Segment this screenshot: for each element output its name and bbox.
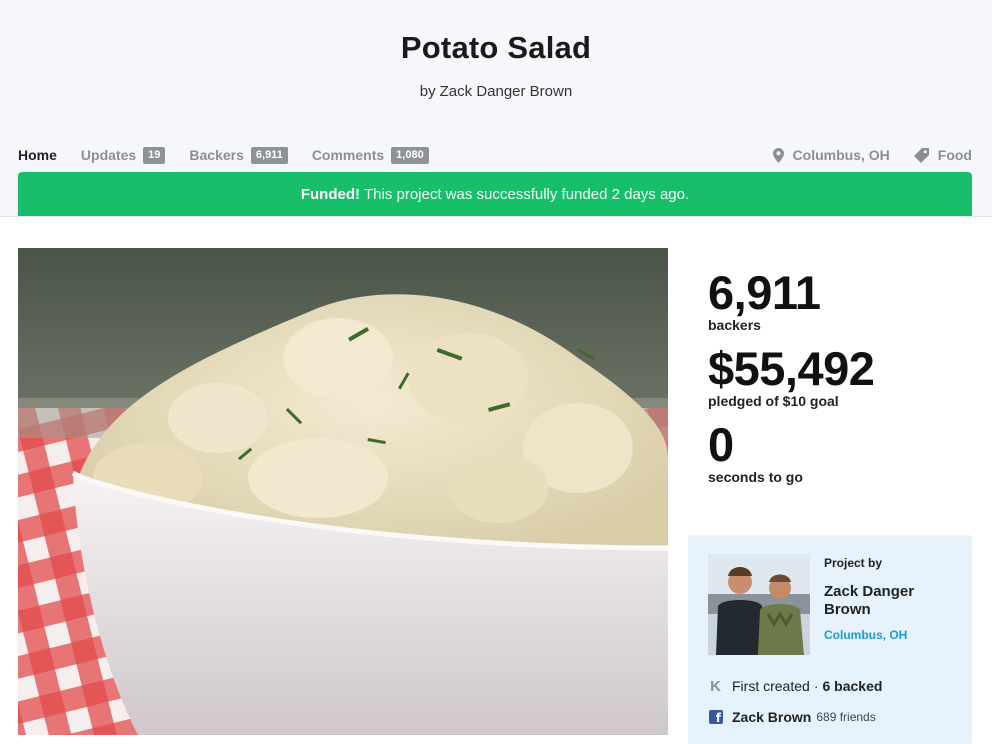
backed-count[interactable]: 6 backed [822,678,882,694]
pledged-label: pledged of $10 goal [708,393,839,409]
category-label: Food [937,147,972,163]
facebook-name[interactable]: Zack Brown [732,709,811,725]
tab-backers-label: Backers [189,147,244,163]
map-pin-icon [772,147,784,163]
creator-link[interactable]: Zack Danger Brown [440,83,573,100]
funding-stats: 6,911 backers $55,492 pledged of $10 goa… [708,268,972,496]
tab-updates[interactable]: Updates 19 [80,146,166,164]
tab-home-label: Home [18,147,57,163]
pledged-amount: $55,492 [708,342,875,395]
time-remaining: 0 [708,418,734,471]
project-by-heading: Project by [824,556,883,570]
avatar[interactable] [708,554,810,655]
project-byline: by Zack Danger Brown [0,83,992,100]
backers-count-badge: 6,911 [250,146,288,164]
kickstarter-history: K First created · 6 backed [709,677,882,695]
tab-home[interactable]: Home [18,147,57,163]
category-link[interactable]: Food [913,147,972,163]
facebook-connection: f Zack Brown 689 friends [709,709,876,725]
stat-pledged: $55,492 pledged of $10 goal [708,344,972,420]
kickstarter-icon: K [710,677,721,695]
potato-salad-photo [18,248,668,735]
updates-count-badge: 19 [143,146,166,164]
creator-name[interactable]: Zack Danger Brown [824,583,954,619]
byline-prefix: by [419,83,436,100]
stat-time: 0 seconds to go [708,420,972,496]
tab-backers[interactable]: Backers 6,911 [189,146,288,164]
time-label: seconds to go [708,469,803,485]
backers-count: 6,911 [708,266,821,319]
facebook-icon: f [709,710,723,725]
facebook-friends: 689 friends [816,710,876,724]
project-nav: Home Updates 19 Backers 6,911 Comments 1… [18,145,453,165]
funded-banner: Funded! This project was successfully fu… [18,172,972,216]
creator-card: Project by Zack Danger Brown Columbus, O… [688,535,972,744]
tab-updates-label: Updates [80,147,137,163]
project-hero-image[interactable] [18,248,668,735]
funded-badge-text: Funded! [300,185,360,203]
tag-icon [913,147,929,163]
separator-dot: · [813,678,819,694]
backers-label: backers [708,317,761,333]
creator-location[interactable]: Columbus, OH [824,628,907,642]
comments-count-badge: 1,080 [391,146,429,164]
tab-comments[interactable]: Comments 1,080 [311,146,429,164]
project-meta: Columbus, OH Food [749,145,972,165]
creator-photo [708,554,810,655]
stat-backers: 6,911 backers [708,268,972,344]
project-title: Potato Salad [400,30,592,65]
funded-message: This project was successfully funded 2 d… [363,185,690,203]
first-created-text[interactable]: First created [732,678,810,694]
location-label: Columbus, OH [792,147,890,163]
tab-comments-label: Comments [311,147,385,163]
location-link[interactable]: Columbus, OH [772,147,890,163]
